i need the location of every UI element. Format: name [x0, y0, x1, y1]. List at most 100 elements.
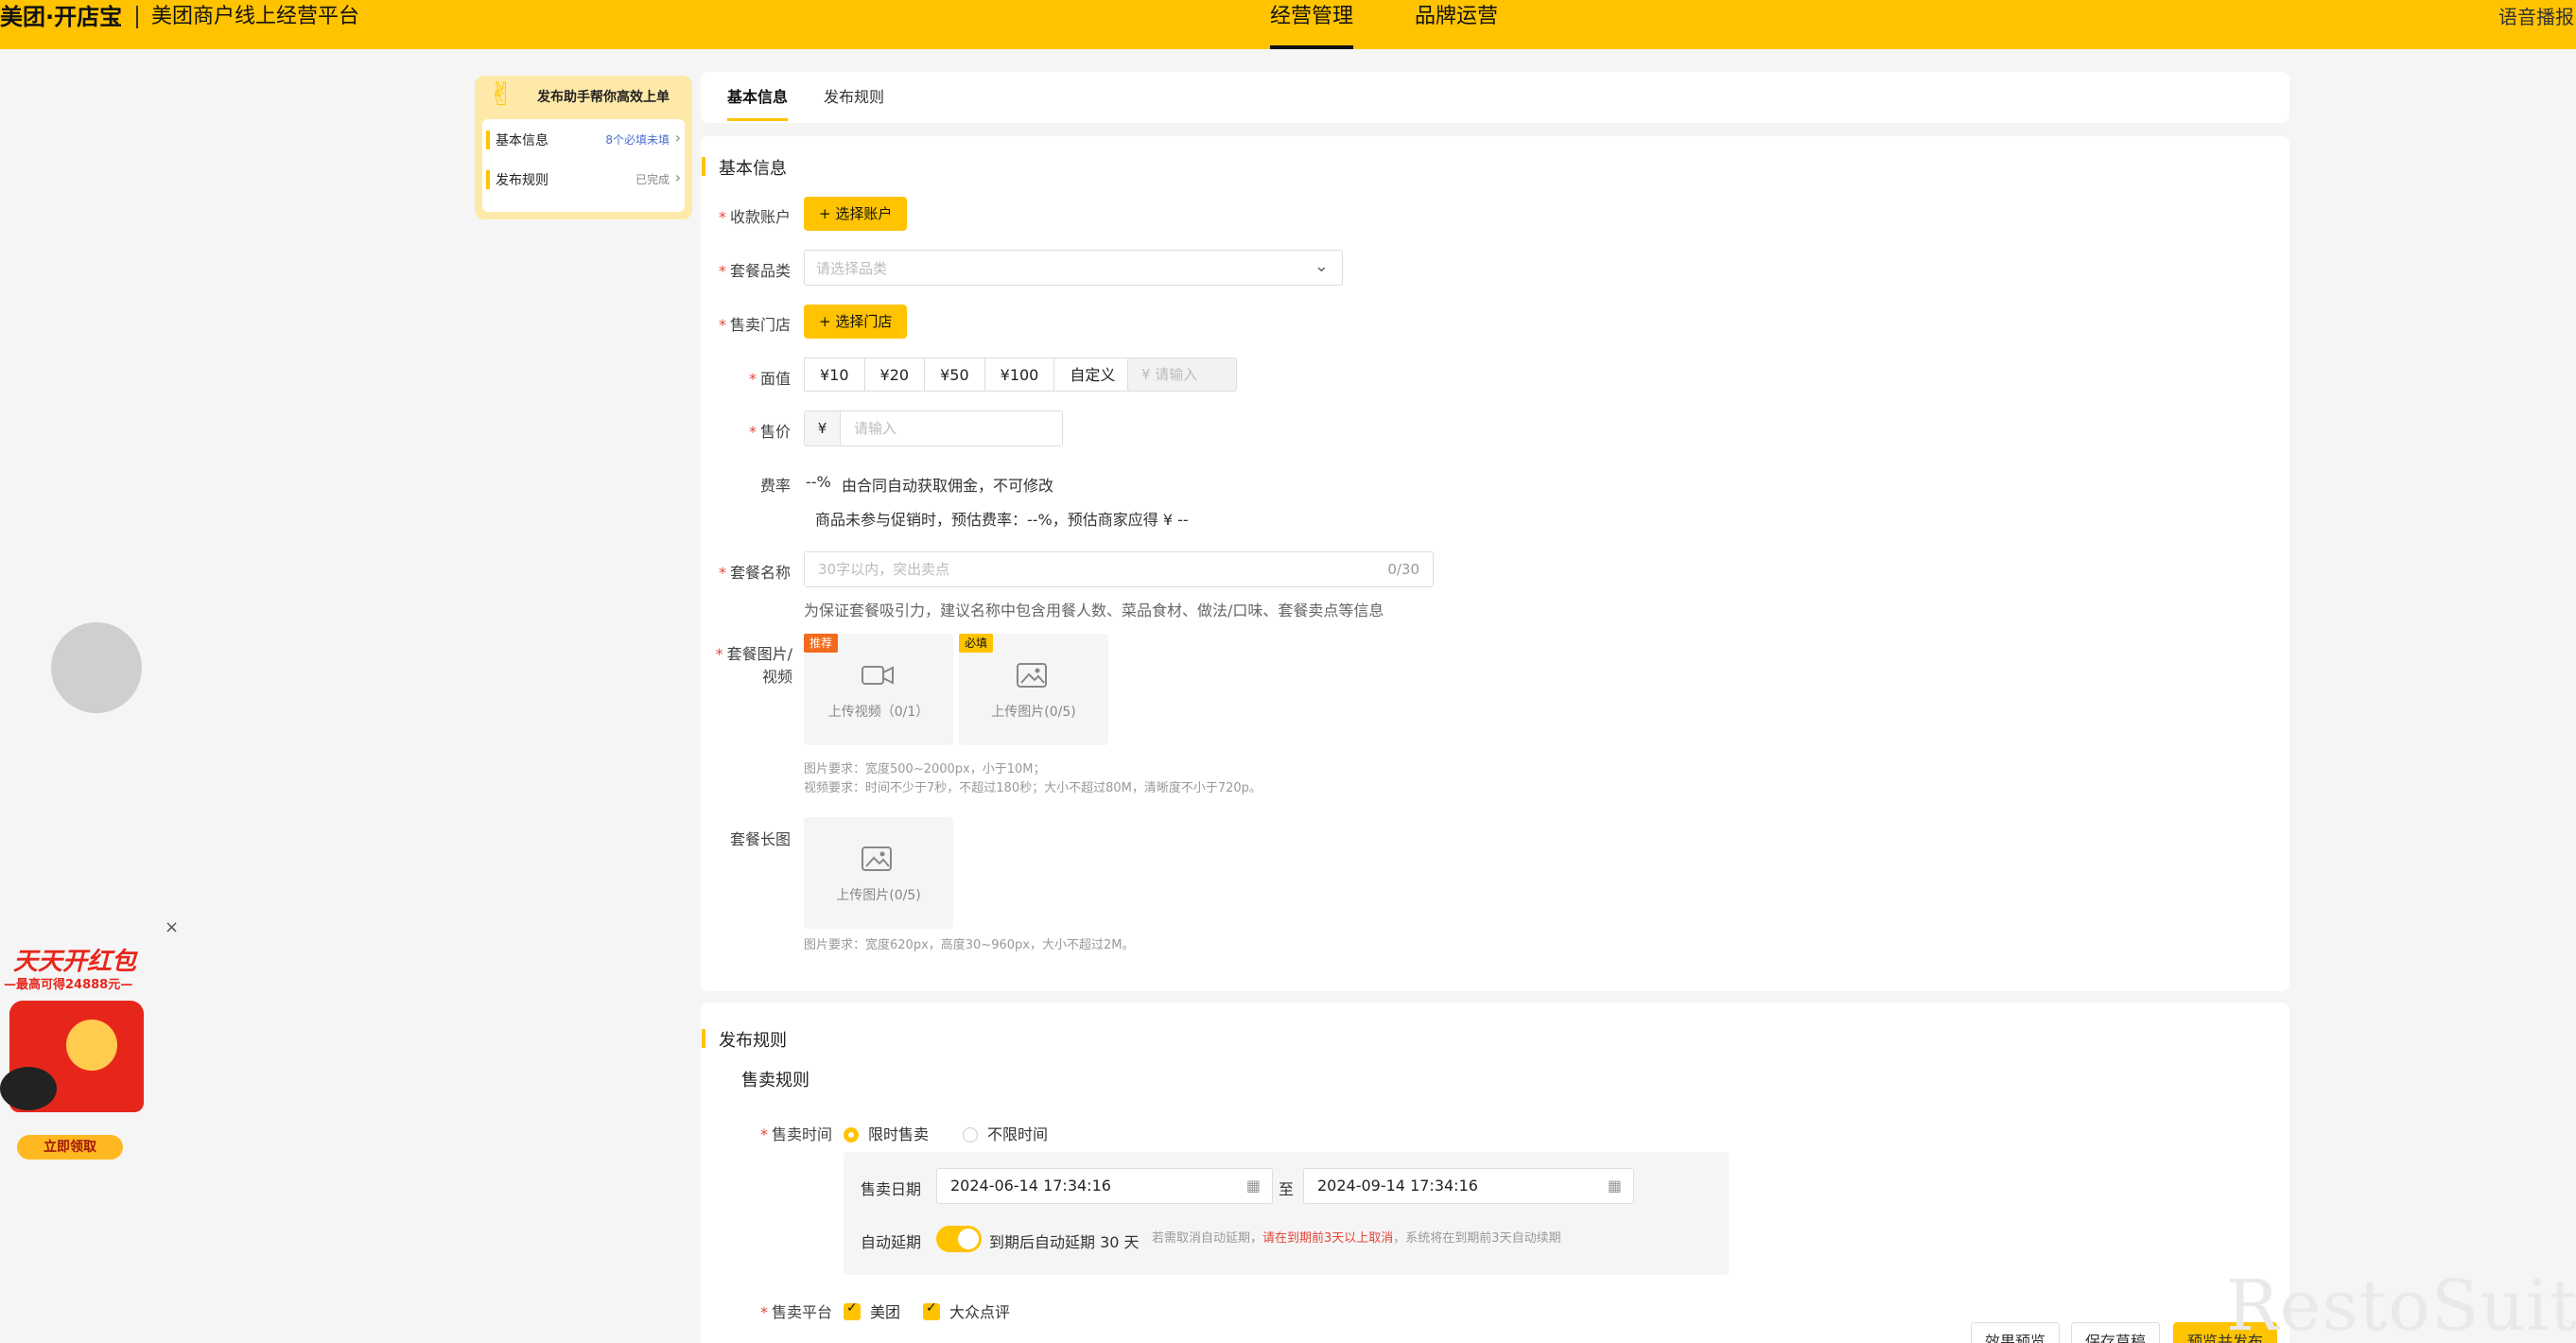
step-status: 8个必填未填 [605, 133, 670, 147]
face-value-20[interactable]: ¥20 [863, 358, 926, 392]
face-value-100[interactable]: ¥100 [983, 358, 1055, 392]
end-date-input[interactable]: 2024-09-14 17:34:16 ▦ [1303, 1168, 1634, 1204]
face-custom-field[interactable] [1128, 358, 1236, 391]
floating-assistant-bubble[interactable] [51, 622, 142, 713]
account-label: * 收款账户 [718, 208, 791, 226]
select-store-button[interactable]: + 选择门店 [804, 305, 908, 339]
step-marker [486, 131, 490, 149]
upload-image-label: 上传图片(0/5) [991, 705, 1076, 720]
rate-note: 由合同自动获取佣金，不可修改 [842, 477, 1054, 495]
name-label: * 套餐名称 [718, 564, 791, 582]
upload-long-image-label: 上传图片(0/5) [836, 888, 921, 903]
step-label: 发布规则 [496, 173, 548, 188]
rate-label: 费率 [759, 477, 791, 495]
sale-platform-label: * 售卖平台 [759, 1303, 832, 1321]
brand-logo[interactable]: 美团·开店宝 [0, 0, 122, 34]
upload-image-box[interactable]: 必填 上传图片(0/5) [959, 634, 1108, 745]
nav-brand-operation[interactable]: 品牌运营 [1415, 0, 1498, 34]
name-hint: 为保证套餐吸引力，建议名称中包含用餐人数、菜品食材、做法/口味、套餐卖点等信息 [804, 602, 1384, 619]
recommend-badge: 推荐 [804, 634, 839, 653]
promo-subtitle: —最高可得24888元— [4, 978, 133, 992]
category-select[interactable]: 请选择品类 ⌄ [804, 250, 1343, 286]
preview-effect-button[interactable]: 效果预览 [1971, 1322, 2061, 1343]
video-camera-icon [861, 662, 895, 696]
select-account-button[interactable]: + 选择账户 [804, 197, 908, 231]
end-date-value: 2024-09-14 17:34:16 [1317, 1177, 1478, 1195]
platform-dianping-checkbox[interactable]: 大众点评 [923, 1299, 1010, 1322]
face-value-50[interactable]: ¥50 [924, 358, 985, 392]
calendar-icon: ▦ [1607, 1177, 1622, 1195]
chevron-right-icon: › [674, 168, 681, 186]
step-marker [486, 170, 490, 189]
auto-extend-label: 自动延期 [861, 1233, 922, 1251]
char-counter: 0/30 [1387, 561, 1419, 578]
face-value-custom[interactable]: 自定义 [1053, 358, 1132, 392]
helper-step-rules[interactable]: 发布规则 已完成 › [482, 163, 685, 197]
category-placeholder: 请选择品类 [816, 260, 888, 277]
start-date-input[interactable]: 2024-06-14 17:34:16 ▦ [936, 1168, 1273, 1204]
face-custom-input[interactable] [1127, 358, 1237, 392]
voice-broadcast-link[interactable]: 语音播报 [2498, 0, 2574, 34]
start-date-value: 2024-06-14 17:34:16 [950, 1177, 1111, 1195]
cat-mascot-icon [0, 1067, 57, 1110]
red-packet-promo[interactable]: × 天天开红包 —最高可得24888元— 立即领取 [0, 917, 179, 1165]
auto-extend-toggle[interactable] [936, 1226, 982, 1252]
price-label: * 售价 [748, 423, 791, 441]
face-value-label: * 面值 [748, 370, 791, 388]
radio-dot [963, 1127, 978, 1142]
auto-extend-text: 到期后自动延期 30 天 [989, 1233, 1140, 1251]
logo-divider [136, 6, 138, 28]
media-label: * 套餐图片/视频 [715, 645, 792, 686]
helper-title: 发布助手帮你高效上单 [537, 90, 670, 105]
date-separator: 至 [1279, 1180, 1295, 1198]
chevron-right-icon: › [674, 129, 681, 147]
gold-coin-icon [66, 1020, 117, 1071]
checkbox-checked-icon [923, 1300, 940, 1320]
image-icon [1016, 662, 1048, 696]
helper-steps: 基本信息 8个必填未填 › 发布规则 已完成 › [482, 119, 685, 212]
platform-meituan-checkbox[interactable]: 美团 [844, 1299, 900, 1322]
face-value-10[interactable]: ¥10 [804, 358, 865, 392]
step-label: 基本信息 [496, 133, 548, 148]
auto-extend-hint: 若需取消自动延期，请在到期前3天以上取消，系统将在到期前3天自动续期 [1152, 1231, 1561, 1246]
upload-long-image-box[interactable]: 上传图片(0/5) [804, 817, 953, 929]
upload-video-box[interactable]: 推荐 上传视频（0/1） [804, 634, 953, 745]
platform-name: 美团商户线上经营平台 [151, 5, 360, 28]
media-requirement-1: 图片要求：宽度500~2000px，小于10M； [804, 762, 1046, 776]
media-requirement-2: 视频要求：时间不少于7秒，不超过180秒；大小不超过80M，清晰度不小于720p… [804, 781, 1262, 795]
radio-limited-time[interactable]: 限时售卖 [844, 1122, 929, 1144]
rate-hint: 商品未参与促销时，预估费率：--%，预估商家应得 ¥ -- [815, 511, 1189, 529]
store-label: * 售卖门店 [718, 316, 791, 334]
promo-title: 天天开红包 [13, 948, 137, 976]
helper-step-basic[interactable]: 基本信息 8个必填未填 › [482, 123, 685, 157]
sale-rules-subtitle: 售卖规则 [741, 1071, 809, 1090]
form-tabs: 基本信息 发布规则 [701, 72, 2289, 123]
publish-helper-panel: ✌ 发布助手帮你高效上单 基本信息 8个必填未填 › 发布规则 已完成 › [475, 76, 692, 219]
rate-value: --% [806, 473, 831, 491]
package-name-field[interactable] [805, 552, 1334, 586]
required-badge: 必填 [959, 634, 994, 653]
step-status: 已完成 [635, 173, 670, 186]
currency-prefix: ¥ [805, 411, 841, 445]
checkbox-checked-icon [844, 1300, 861, 1320]
save-draft-button[interactable]: 保存草稿 [2071, 1322, 2161, 1343]
calendar-icon: ▦ [1245, 1177, 1261, 1195]
chevron-down-icon: ⌄ [1314, 256, 1329, 276]
nav-business-management[interactable]: 经营管理 [1270, 0, 1354, 49]
section-title-basic: 基本信息 [702, 155, 787, 180]
price-input[interactable]: ¥ [804, 410, 1063, 446]
close-icon[interactable]: × [165, 917, 179, 937]
radio-unlimited-time[interactable]: 不限时间 [963, 1122, 1048, 1144]
app-root: 美团·开店宝 美团商户线上经营平台 经营管理 品牌运营 语音播报 ✌ 发布助手帮… [0, 0, 2576, 1343]
image-icon [861, 846, 893, 880]
top-navbar: 美团·开店宝 美团商户线上经营平台 经营管理 品牌运营 语音播报 [0, 0, 2576, 49]
price-field[interactable] [841, 411, 1062, 445]
long-image-label: 套餐长图 [729, 830, 791, 848]
tab-publish-rules[interactable]: 发布规则 [824, 72, 884, 123]
package-name-input[interactable]: 0/30 [804, 551, 1434, 587]
face-value-options: ¥10 ¥20 ¥50 ¥100 自定义 [804, 358, 1132, 392]
upload-video-label: 上传视频（0/1） [827, 705, 930, 720]
promo-claim-button[interactable]: 立即领取 [17, 1135, 123, 1160]
tab-basic-info[interactable]: 基本信息 [727, 72, 789, 123]
category-label: * 套餐品类 [718, 262, 791, 280]
